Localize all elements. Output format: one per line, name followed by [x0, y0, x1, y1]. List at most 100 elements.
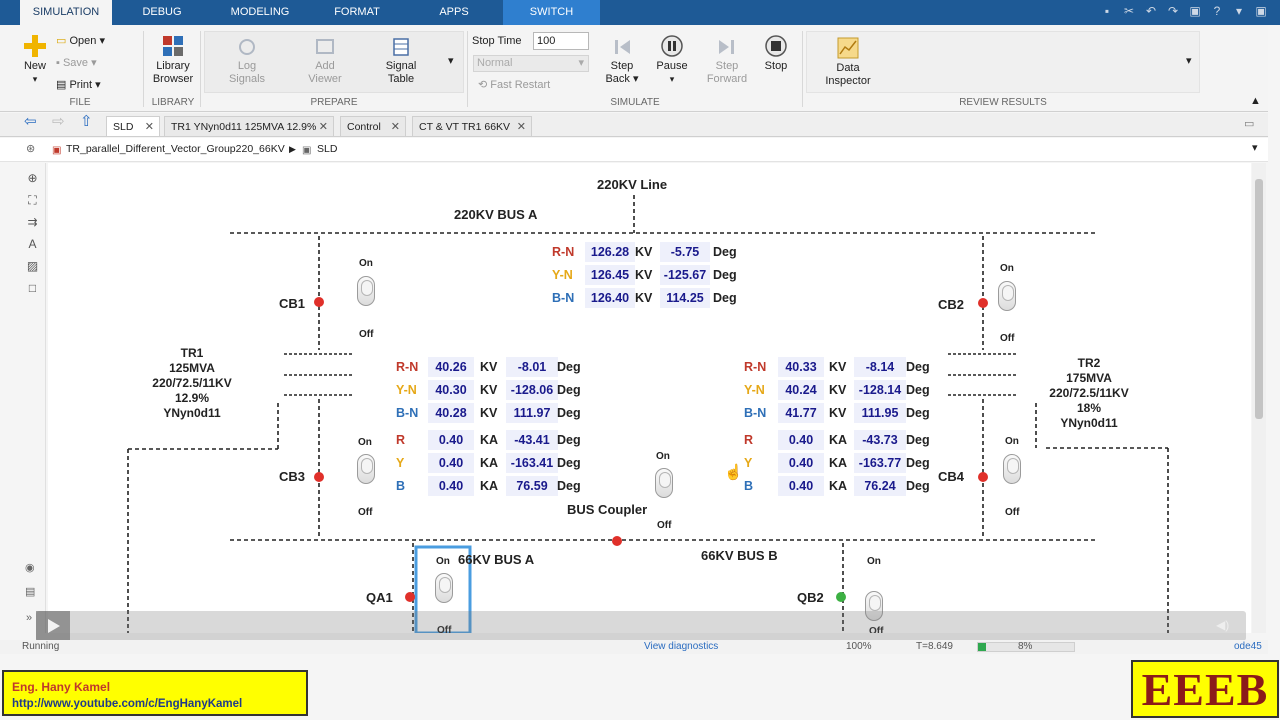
save-button[interactable]: ▪ Save ▾	[56, 57, 97, 70]
collapse-icon[interactable]: ▾	[1230, 3, 1248, 20]
collapse-ribbon-icon[interactable]: ▲	[1250, 95, 1261, 108]
data-inspector-button[interactable]: Data Inspector	[822, 37, 874, 88]
view-diagnostics-link[interactable]: View diagnostics	[644, 641, 718, 652]
cb1-toggle-switch[interactable]	[357, 276, 375, 306]
angle-value: -5.75	[660, 242, 710, 262]
on-label: On	[359, 258, 373, 269]
signal-table-button[interactable]: Signal Table	[378, 37, 424, 86]
voltage-value: 126.28	[585, 242, 635, 262]
annotation-icon[interactable]: A	[26, 238, 40, 251]
review-expand-icon[interactable]: ▾	[1186, 55, 1192, 68]
scrollbar-thumb[interactable]	[1255, 179, 1263, 419]
library-label-1: Library	[156, 60, 190, 72]
step-back-label-1: Step	[610, 60, 634, 72]
angle-value: -163.41	[506, 453, 558, 473]
off-label: Off	[1005, 507, 1020, 518]
off-label: Off	[1000, 333, 1015, 344]
tab-switch[interactable]: SWITCH	[503, 0, 600, 25]
doc-tab-sld[interactable]: SLD ✕	[106, 116, 160, 136]
redo-icon[interactable]: ↷	[1164, 3, 1182, 20]
cb3-label: CB3	[279, 469, 306, 484]
prepare-section-label: PREPARE	[310, 97, 358, 108]
tab-format[interactable]: FORMAT	[316, 0, 398, 25]
fast-restart-label: Fast Restart	[490, 79, 551, 91]
toolstrip-tabs: SIMULATION DEBUG MODELING FORMAT APPS SW…	[0, 0, 1280, 25]
solver-name[interactable]: ode45	[1234, 641, 1262, 652]
add-viewer-button[interactable]: Add Viewer	[302, 37, 348, 86]
zoom-icon[interactable]: ⊕	[26, 172, 40, 185]
tab-list-icon[interactable]: ▭	[1244, 118, 1254, 131]
close-icon[interactable]: ✕	[319, 117, 328, 137]
cb4-toggle-switch[interactable]	[1003, 454, 1021, 484]
breadcrumb-model[interactable]: TR_parallel_Different_Vector_Group220_66…	[66, 143, 285, 156]
qa1-label: QA1	[366, 590, 393, 605]
canvas-scrollbar[interactable]	[1252, 163, 1266, 633]
phase-label: R	[396, 433, 406, 447]
pause-button[interactable]: Pause ▾	[652, 35, 692, 86]
step-back-button[interactable]: Step Back ▾	[602, 37, 642, 86]
area-icon[interactable]: □	[26, 282, 40, 295]
bus-coupler-toggle-switch[interactable]	[655, 468, 673, 498]
author-url[interactable]: http://www.youtube.com/c/EngHanyKamel	[12, 698, 242, 710]
log-signals-button[interactable]: Log Signals	[224, 37, 270, 86]
model-canvas[interactable]: 220KV Line 220KV BUS A R-N 126.28 KV -5.…	[48, 163, 1251, 633]
unit-label: Deg	[557, 456, 581, 470]
doc-tab-tr1[interactable]: TR1 YNyn0d11 125MVA 12.9% ✕	[164, 116, 334, 136]
help-icon[interactable]: ?	[1208, 3, 1226, 20]
close-icon[interactable]: ✕	[145, 117, 154, 137]
doc-tab-ct-vt[interactable]: CT & VT TR1 66KV ✕	[412, 116, 532, 136]
image-icon[interactable]: ▨	[26, 260, 40, 273]
doc-tab-control[interactable]: Control ✕	[340, 116, 406, 136]
close-icon[interactable]: ✕	[517, 117, 526, 137]
print-button[interactable]: ▤ Print ▾	[56, 79, 101, 92]
qa1-toggle-switch[interactable]	[435, 573, 453, 603]
close-icon[interactable]: ✕	[391, 117, 400, 137]
save-icon[interactable]: ▪	[1098, 3, 1116, 20]
step-forward-button[interactable]: Step Forward	[704, 37, 750, 86]
stop-time-input[interactable]: 100	[533, 32, 589, 50]
model-browser-icon[interactable]: ▤	[25, 586, 35, 599]
tab-apps[interactable]: APPS	[412, 0, 496, 25]
unit-label: KV	[635, 291, 653, 305]
tab-modeling[interactable]: MODELING	[214, 0, 306, 25]
channel-logo: EEEB	[1131, 660, 1279, 718]
on-label: On	[358, 437, 372, 448]
expand-icon[interactable]: »	[26, 612, 32, 625]
unit-label: KV	[480, 406, 498, 420]
open-button[interactable]: ▭ Open ▾	[56, 35, 105, 48]
simulation-mode-select[interactable]: Normal ▾	[473, 55, 589, 72]
stop-button[interactable]: Stop	[756, 35, 796, 73]
breadcrumb-dropdown-icon[interactable]: ▾	[1252, 142, 1258, 155]
doc-tab-label: SLD	[113, 121, 134, 133]
fit-view-icon[interactable]: ⛶	[26, 194, 40, 207]
volume-icon[interactable]: ◀)	[1216, 618, 1229, 632]
voltage-value: 40.24	[778, 380, 824, 400]
cb3-toggle-switch[interactable]	[357, 454, 375, 484]
tab-simulation[interactable]: SIMULATION	[20, 0, 112, 25]
restore-icon[interactable]: ▣	[1252, 3, 1270, 20]
printer-icon: ▤	[56, 79, 67, 91]
camera-icon[interactable]: ◉	[25, 562, 35, 575]
undo-icon[interactable]: ↶	[1142, 3, 1160, 20]
new-button[interactable]: New ▾	[22, 35, 48, 86]
play-button[interactable]	[36, 611, 70, 641]
prepare-expand-icon[interactable]: ▾	[448, 55, 454, 68]
cut-icon[interactable]: ✂	[1120, 3, 1138, 20]
pause-label: Pause	[656, 60, 688, 72]
author-banner: Eng. Hany Kamel http://www.youtube.com/c…	[2, 670, 308, 716]
forward-arrow-icon[interactable]: ⇨	[52, 114, 65, 129]
back-arrow-icon[interactable]: ⇦	[24, 114, 37, 129]
fast-restart-button[interactable]: ⟲ Fast Restart	[478, 79, 550, 92]
up-arrow-icon[interactable]: ⇧	[80, 114, 93, 129]
library-browser-button[interactable]: Library Browser	[150, 35, 196, 86]
angle-value: -163.77	[854, 453, 906, 473]
tab-debug[interactable]: DEBUG	[122, 0, 202, 25]
hide-browser-icon[interactable]: ⊛	[26, 143, 35, 156]
cb2-toggle-switch[interactable]	[998, 281, 1016, 311]
arrow-route-icon[interactable]: ⇉	[26, 216, 40, 229]
review-section-label: REVIEW RESULTS	[959, 97, 1047, 108]
breadcrumb-subsystem[interactable]: SLD	[317, 143, 337, 156]
video-seek-bar[interactable]	[36, 611, 1246, 641]
step-forward-label-2: Forward	[706, 73, 748, 85]
window-icon[interactable]: ▣	[1186, 3, 1204, 20]
